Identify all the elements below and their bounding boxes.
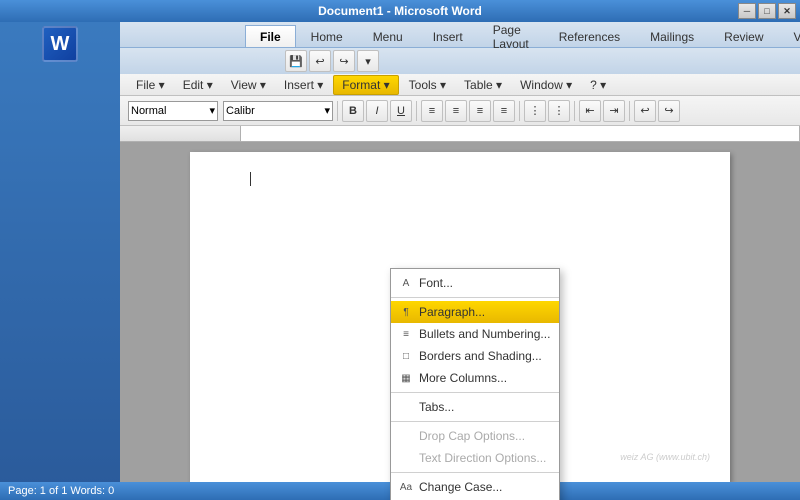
align-justify-button[interactable]: ≡: [493, 100, 515, 122]
bold-button[interactable]: B: [342, 100, 364, 122]
style-dropdown-icon: ▾: [209, 104, 215, 117]
font-selector[interactable]: Calibr ▾: [223, 101, 333, 121]
separator-after-columns: [391, 392, 559, 393]
separator-2: [416, 101, 417, 121]
menu-item-bullets[interactable]: ≡ Bullets and Numbering...: [391, 323, 559, 345]
toolbar: Normal ▾ Calibr ▾ B I U ≡ ≡ ≡ ≡ ⋮ ⋮ ⇤ ⇥ …: [120, 96, 800, 126]
close-button[interactable]: ✕: [778, 3, 796, 19]
italic-button[interactable]: I: [366, 100, 388, 122]
tab-review[interactable]: Review: [709, 25, 778, 47]
title-bar-controls: ─ □ ✕: [738, 3, 796, 19]
separator-3: [519, 101, 520, 121]
menu-edit[interactable]: Edit ▾: [175, 75, 221, 95]
quick-access-toolbar: 💾 ↩ ↪ ▾: [120, 48, 800, 74]
format-dropdown-menu: A Font... ¶ Paragraph... ≡ Bullets and N…: [390, 268, 560, 500]
undo-toolbar-button[interactable]: ↩: [634, 100, 656, 122]
tab-view[interactable]: View: [779, 25, 800, 47]
align-center-button[interactable]: ≡: [445, 100, 467, 122]
menu-item-borders[interactable]: □ Borders and Shading...: [391, 345, 559, 367]
underline-button[interactable]: U: [390, 100, 412, 122]
app-container: Document1 - Microsoft Word ─ □ ✕ W File …: [0, 0, 800, 500]
minimize-button[interactable]: ─: [738, 3, 756, 19]
maximize-button[interactable]: □: [758, 3, 776, 19]
separator-after-direction: [391, 472, 559, 473]
tab-file[interactable]: File: [245, 25, 296, 47]
dropcap-icon: [397, 427, 415, 445]
font-dropdown-icon: ▾: [324, 104, 330, 117]
text-direction-icon: [397, 449, 415, 467]
menu-tools[interactable]: Tools ▾: [401, 75, 454, 95]
left-panel: W: [0, 22, 120, 500]
bullets-icon: ≡: [397, 325, 415, 343]
menu-item-font[interactable]: A Font...: [391, 272, 559, 294]
customize-button[interactable]: ▾: [357, 50, 379, 72]
menu-item-change-case[interactable]: Aa Change Case...: [391, 476, 559, 498]
undo-button[interactable]: ↩: [309, 50, 331, 72]
style-selector[interactable]: Normal ▾: [128, 101, 218, 121]
columns-icon: ▦: [397, 369, 415, 387]
menu-item-tabs[interactable]: Tabs...: [391, 396, 559, 418]
redo-toolbar-button[interactable]: ↪: [658, 100, 680, 122]
menu-view[interactable]: View ▾: [223, 75, 274, 95]
ruler-inner: [240, 126, 800, 141]
menu-format[interactable]: Format ▾: [333, 75, 398, 95]
separator-after-tabs: [391, 421, 559, 422]
tab-page-layout[interactable]: Page Layout: [478, 25, 544, 47]
tab-menu[interactable]: Menu: [358, 25, 418, 47]
menu-item-dropcap: Drop Cap Options...: [391, 425, 559, 447]
font-icon: A: [397, 274, 415, 292]
menu-table[interactable]: Table ▾: [456, 75, 510, 95]
separator-1: [337, 101, 338, 121]
menu-item-paragraph[interactable]: ¶ Paragraph...: [391, 301, 559, 323]
numbering-button[interactable]: ⋮: [548, 100, 570, 122]
style-value: Normal: [131, 105, 166, 117]
tab-home[interactable]: Home: [296, 25, 358, 47]
menu-bar: File ▾ Edit ▾ View ▾ Insert ▾ Format ▾ T…: [120, 74, 800, 96]
tabs-icon: [397, 398, 415, 416]
status-text: Page: 1 of 1 Words: 0: [8, 485, 114, 497]
align-right-button[interactable]: ≡: [469, 100, 491, 122]
borders-icon: □: [397, 347, 415, 365]
title-bar: Document1 - Microsoft Word ─ □ ✕: [0, 0, 800, 22]
separator-4: [574, 101, 575, 121]
watermark: weiz AG (www.ubit.ch): [620, 452, 710, 462]
indent-decrease-button[interactable]: ⇤: [579, 100, 601, 122]
separator-after-font: [391, 297, 559, 298]
menu-help[interactable]: ? ▾: [582, 75, 614, 95]
paragraph-icon: ¶: [397, 303, 415, 321]
ruler: [120, 126, 800, 142]
tab-insert[interactable]: Insert: [418, 25, 478, 47]
redo-button[interactable]: ↪: [333, 50, 355, 72]
align-left-button[interactable]: ≡: [421, 100, 443, 122]
bullets-button[interactable]: ⋮: [524, 100, 546, 122]
tab-references[interactable]: References: [544, 25, 635, 47]
menu-item-text-direction: Text Direction Options...: [391, 447, 559, 469]
menu-window[interactable]: Window ▾: [512, 75, 580, 95]
menu-item-columns[interactable]: ▦ More Columns...: [391, 367, 559, 389]
tab-mailings[interactable]: Mailings: [635, 25, 709, 47]
word-logo: W: [42, 26, 78, 62]
separator-5: [629, 101, 630, 121]
font-value: Calibr: [226, 105, 255, 117]
title-text: Document1 - Microsoft Word: [318, 4, 482, 18]
change-case-icon: Aa: [397, 478, 415, 496]
menu-insert[interactable]: Insert ▾: [276, 75, 331, 95]
ribbon-tabs: File Home Menu Insert Page Layout Refere…: [120, 22, 800, 48]
save-button[interactable]: 💾: [285, 50, 307, 72]
menu-file[interactable]: File ▾: [128, 75, 173, 95]
indent-increase-button[interactable]: ⇥: [603, 100, 625, 122]
document-area: weiz AG (www.ubit.ch) A Font... ¶ Paragr…: [120, 142, 800, 482]
text-cursor: [250, 172, 251, 186]
